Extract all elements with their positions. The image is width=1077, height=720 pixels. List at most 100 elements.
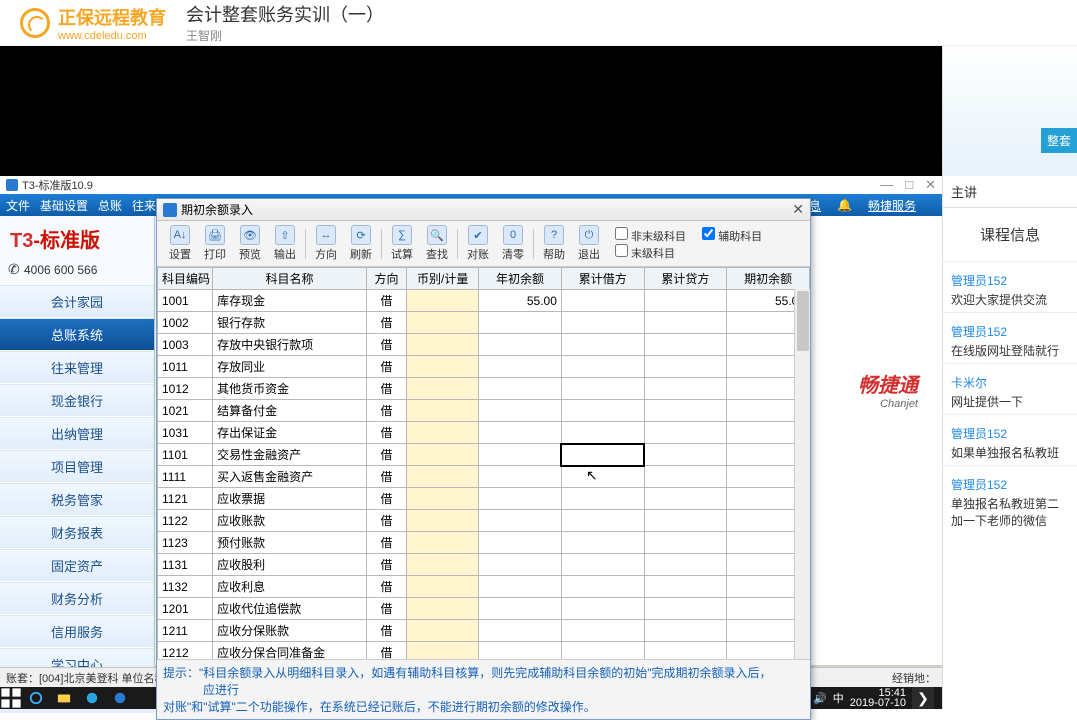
table-row[interactable]: 1212应收分保合同准备金借 (158, 642, 810, 660)
tray-ime-icon[interactable]: 中 (833, 690, 844, 706)
window-minimize-button[interactable]: — (880, 177, 893, 193)
col-header-6[interactable]: 累计贷方 (644, 268, 727, 290)
toolbar-退出[interactable]: ⏻退出 (572, 225, 606, 262)
table-row[interactable]: 1021结算备付金借 (158, 400, 810, 422)
phone-number: 4006 600 566 (0, 261, 154, 285)
app-icon (6, 179, 18, 191)
table-row[interactable]: 1132应收利息借 (158, 576, 810, 598)
dialog-close-button[interactable]: ✕ (792, 201, 804, 218)
sidebar-item-2[interactable]: 往来管理 (0, 351, 154, 384)
taskbar-app1-icon[interactable] (79, 688, 105, 708)
chat-item: 管理员152 欢迎大家提供交流 (943, 261, 1077, 312)
dialog-icon (163, 203, 177, 217)
table-row[interactable]: 1123预付账款借 (158, 532, 810, 554)
tray-next-button[interactable]: ❯ (912, 687, 934, 709)
course-teacher: 王智刚 (186, 27, 384, 44)
toolbar-设置[interactable]: A↓设置 (163, 225, 197, 262)
tray-clock[interactable]: 15:41 2019-07-10 (850, 688, 906, 708)
sidebar-item-9[interactable]: 财务分析 (0, 582, 154, 615)
toolbar-对账[interactable]: ✔对账 (461, 225, 495, 262)
table-row[interactable]: 1122应收账款借 (158, 510, 810, 532)
chat-msg: 网址提供一下 (951, 395, 1023, 409)
col-header-3[interactable]: 币别/计量 (407, 268, 479, 290)
col-header-7[interactable]: 期初余额 (727, 268, 810, 290)
sidebar-item-4[interactable]: 出纳管理 (0, 417, 154, 450)
chat-user: 管理员152 (951, 272, 1069, 289)
table-row[interactable]: 1011存放同业借 (158, 356, 810, 378)
menu-ledger[interactable]: 总账 (98, 197, 122, 214)
table-row[interactable]: 1002银行存款借 (158, 312, 810, 334)
vertical-scrollbar[interactable] (794, 289, 810, 659)
chat-user: 管理员152 (951, 476, 1069, 493)
sidebar-item-10[interactable]: 信用服务 (0, 615, 154, 648)
app-window-titlebar[interactable]: T3-标准版10.9 — □ ✕ (0, 176, 942, 194)
table-row[interactable]: 1201应收代位追偿款借 (158, 598, 810, 620)
brand-url: www.cdeledu.com (58, 30, 166, 42)
col-header-0[interactable]: 科目编码 (158, 268, 213, 290)
sidebar-item-5[interactable]: 项目管理 (0, 450, 154, 483)
sidebar-item-0[interactable]: 会计家园 (0, 285, 154, 318)
sidebar-item-7[interactable]: 财务报表 (0, 516, 154, 549)
menu-file[interactable]: 文件 (6, 197, 30, 214)
chat-msg: 欢迎大家提供交流 (951, 293, 1047, 307)
chat-user: 管理员152 (951, 425, 1069, 442)
dialog-titlebar[interactable]: 期初余额录入 ✕ (157, 199, 810, 221)
tray-volume-icon[interactable]: 🔊 (813, 692, 827, 705)
brand-logo (20, 8, 50, 38)
right-tab[interactable]: 整套 (1041, 128, 1077, 153)
toolbar-刷新[interactable]: ⟳刷新 (344, 225, 378, 262)
chat-msg: 在线版网址登陆就行 (951, 344, 1059, 358)
menu-ar[interactable]: 往来 (132, 197, 156, 214)
sidebar-item-3[interactable]: 现金银行 (0, 384, 154, 417)
app-title: T3-标准版10.9 (22, 177, 93, 193)
taskbar-app2-icon[interactable] (107, 688, 133, 708)
toolbar-输出[interactable]: ⇧输出 (268, 225, 302, 262)
check-leaf[interactable]: 末级科目 (615, 244, 686, 261)
dialog-title-text: 期初余额录入 (181, 201, 253, 218)
menu-settings[interactable]: 基础设置 (40, 197, 88, 214)
chat-msg: 如果单独报名私教班 (951, 446, 1059, 460)
toolbar-打印[interactable]: 🖨打印 (198, 225, 232, 262)
table-row[interactable]: 1101交易性金融资产借 (158, 444, 810, 466)
toolbar-清零[interactable]: 0清零 (496, 225, 530, 262)
sidebar-item-6[interactable]: 税务管家 (0, 483, 154, 516)
toolbar-预览[interactable]: 👁预览 (233, 225, 267, 262)
table-row[interactable]: 1031存出保证金借 (158, 422, 810, 444)
col-header-4[interactable]: 年初余额 (479, 268, 562, 290)
sidebar-item-1[interactable]: 总账系统 (0, 318, 154, 351)
window-maximize-button[interactable]: □ (905, 177, 913, 193)
status-right: 经销地： (892, 670, 936, 686)
t3-sidebar: T3-标准版 4006 600 566 会计家园总账系统往来管理现金银行出纳管理… (0, 216, 155, 665)
chat-item: 管理员152 如果单独报名私教班 (943, 414, 1077, 465)
sidebar-item-8[interactable]: 固定资产 (0, 549, 154, 582)
col-header-1[interactable]: 科目名称 (213, 268, 367, 290)
chat-item: 卡米尔网址提供一下 (943, 363, 1077, 414)
check-nonleaf[interactable]: 非末级科目 (615, 227, 686, 244)
taskbar-folder-icon[interactable] (51, 688, 77, 708)
toolbar-方向[interactable]: ↔方向 (309, 225, 343, 262)
toolbar-查找[interactable]: 🔍查找 (420, 225, 454, 262)
chanjet-brand: 畅捷通 Chanjet (858, 369, 918, 410)
hint-link[interactable]: 应进行 (203, 683, 239, 697)
table-row[interactable]: 1211应收分保账款借 (158, 620, 810, 642)
table-row[interactable]: 1111买入返售金融资产借 (158, 466, 810, 488)
start-button[interactable] (0, 687, 22, 709)
table-row[interactable]: 1003存放中央银行款项借 (158, 334, 810, 356)
scroll-thumb[interactable] (797, 291, 809, 351)
col-header-5[interactable]: 累计借方 (561, 268, 644, 290)
menubar-service[interactable]: 畅捷服务 (868, 197, 916, 214)
dialog-hint: 提示："科目余额录入从明细科目录入，如遇有辅助科目核算，则先完成辅助科目余额的初… (157, 659, 810, 719)
balance-table[interactable]: 科目编码科目名称方向币别/计量年初余额累计借方累计贷方期初余额 1001库存现金… (157, 267, 810, 659)
table-row[interactable]: 1001库存现金借55.0055.00 (158, 290, 810, 312)
brand-name: 正保远程教育 (58, 8, 166, 28)
chat-user: 卡米尔 (951, 374, 1069, 391)
check-aux[interactable]: 辅助科目 (702, 227, 762, 244)
toolbar-帮助[interactable]: ?帮助 (537, 225, 571, 262)
toolbar-试算[interactable]: ∑试算 (385, 225, 419, 262)
col-header-2[interactable]: 方向 (366, 268, 406, 290)
table-row[interactable]: 1012其他货币资金借 (158, 378, 810, 400)
window-close-button[interactable]: ✕ (925, 177, 936, 193)
table-row[interactable]: 1121应收票据借 (158, 488, 810, 510)
taskbar-edge-icon[interactable] (23, 688, 49, 708)
table-row[interactable]: 1131应收股利借 (158, 554, 810, 576)
